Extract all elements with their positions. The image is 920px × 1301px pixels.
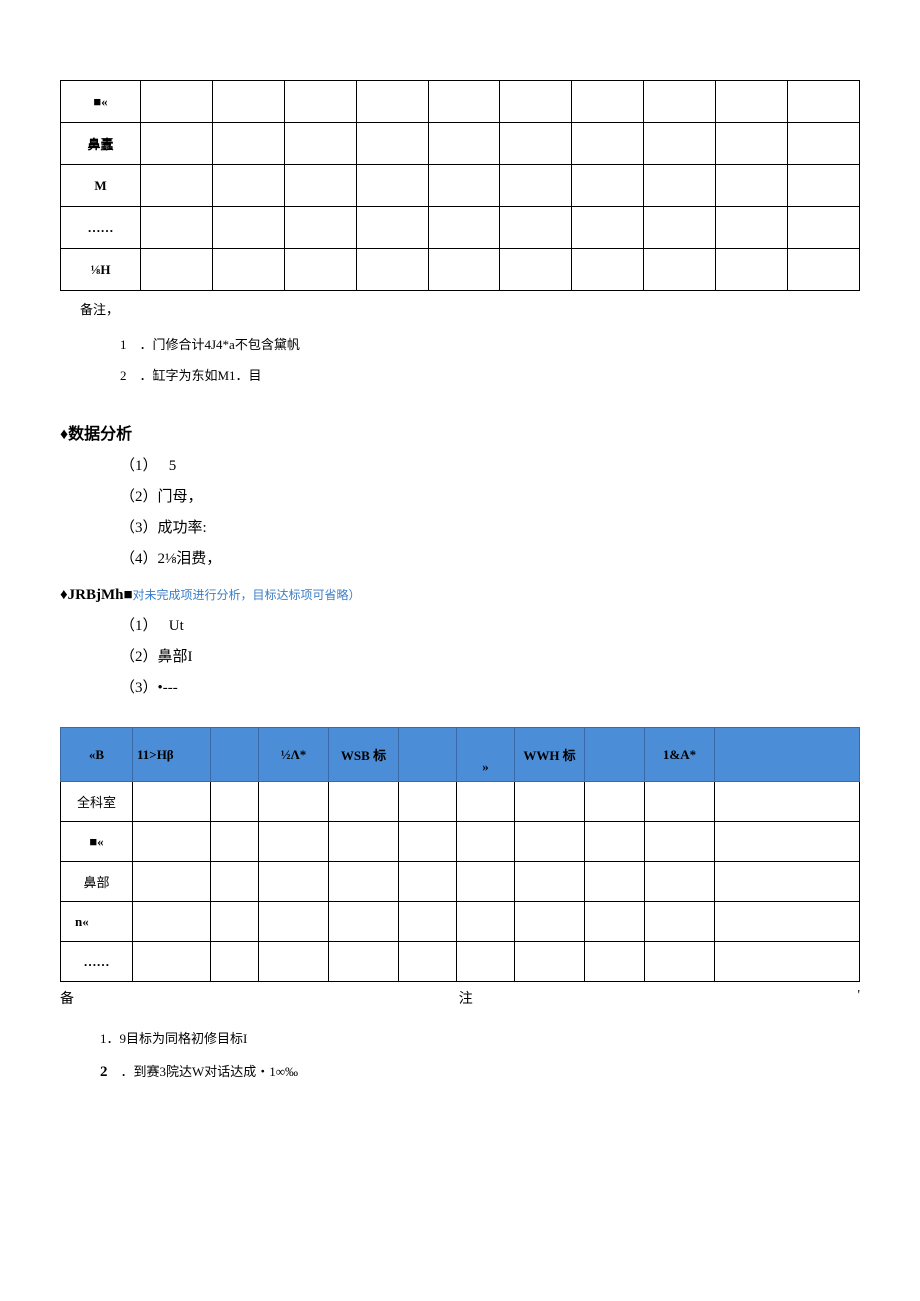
table-row: ⅛H (61, 249, 860, 291)
col-header (585, 728, 645, 782)
footer-note-2: 2 ．到赛3院达W对话达成・1∞‰ (100, 1061, 920, 1081)
remark-left: 备 (60, 988, 74, 1008)
row-label: ■« (61, 81, 141, 123)
table-row: 全科室 (61, 782, 860, 822)
list-item: （1） Ut (120, 614, 920, 635)
col-header (715, 728, 860, 782)
col-header (211, 728, 259, 782)
table-row: 鼻蠹 (61, 123, 860, 165)
row-label: …… (61, 207, 141, 249)
list-item: （3）成功率: (120, 516, 920, 537)
col-header: » (457, 728, 515, 782)
section-jrbjmh: ♦JRBjMh■对未完成项进行分析，目标达标项可省略） (60, 586, 920, 604)
list-item: （2）鼻部I (120, 645, 920, 666)
section-subtitle: 对未完成项进行分析，目标达标项可省略） (133, 588, 361, 602)
list-item: （3）•--- (120, 676, 920, 697)
remark-right: ' (857, 988, 860, 1008)
table-row: …… (61, 942, 860, 982)
remark-row: 备 注 ' (60, 988, 860, 1008)
row-label: 全科室 (61, 782, 133, 822)
table-row: ■« (61, 81, 860, 123)
table-header-row: «B 11>Hβ ½Λ* WSB 标 » WWH 标 1&A* (61, 728, 860, 782)
list-item: （4）2⅛泪费， (120, 547, 920, 568)
table-1: ■« 鼻蠹 M …… ⅛H (60, 80, 860, 291)
section-data-analysis: ♦数据分析 (60, 420, 920, 444)
col-header: 11>Hβ (133, 728, 211, 782)
col-header: «B (61, 728, 133, 782)
col-header (399, 728, 457, 782)
table-2: «B 11>Hβ ½Λ* WSB 标 » WWH 标 1&A* 全科室 ■« 鼻… (60, 727, 860, 982)
notes-list: 1 ．门修合计4J4*a不包含黛帆 2 ．缸字为东如M1．目 (120, 334, 920, 384)
col-header: WSB 标 (329, 728, 399, 782)
footer-note-1: 1．9目标为同格初修目标I (100, 1028, 920, 1047)
notes-heading: 备注， (80, 299, 920, 318)
col-header: 1&A* (645, 728, 715, 782)
note-item: 2 ．缸字为东如M1．目 (120, 365, 920, 384)
remark-mid: 注 (459, 988, 473, 1008)
row-label: n« (61, 902, 133, 942)
table-row: 鼻部 (61, 862, 860, 902)
table-row: ■« (61, 822, 860, 862)
note-item: 1 ．门修合计4J4*a不包含黛帆 (120, 334, 920, 353)
col-header: ½Λ* (259, 728, 329, 782)
table-row: M (61, 165, 860, 207)
row-label: M (61, 165, 141, 207)
footer-note-2-num: 2 (100, 1064, 108, 1080)
row-label: ⅛H (61, 249, 141, 291)
col-header: WWH 标 (515, 728, 585, 782)
row-label: 鼻蠹 (61, 123, 141, 165)
jrbjmh-list: （1） Ut （2）鼻部I （3）•--- (120, 614, 920, 697)
footer-note-2-text: ．到赛3院达W对话达成・1∞‰ (108, 1064, 299, 1079)
row-label: 鼻部 (61, 862, 133, 902)
row-label: …… (61, 942, 133, 982)
list-item: （1） 5 (120, 454, 920, 475)
section-title: ♦JRBjMh■ (60, 587, 133, 603)
list-item: （2）门母， (120, 485, 920, 506)
data-analysis-list: （1） 5 （2）门母， （3）成功率: （4）2⅛泪费， (120, 454, 920, 568)
row-label: ■« (61, 822, 133, 862)
footer-notes: 1．9目标为同格初修目标I 2 ．到赛3院达W对话达成・1∞‰ (100, 1028, 920, 1081)
table-row: n« (61, 902, 860, 942)
table-row: …… (61, 207, 860, 249)
